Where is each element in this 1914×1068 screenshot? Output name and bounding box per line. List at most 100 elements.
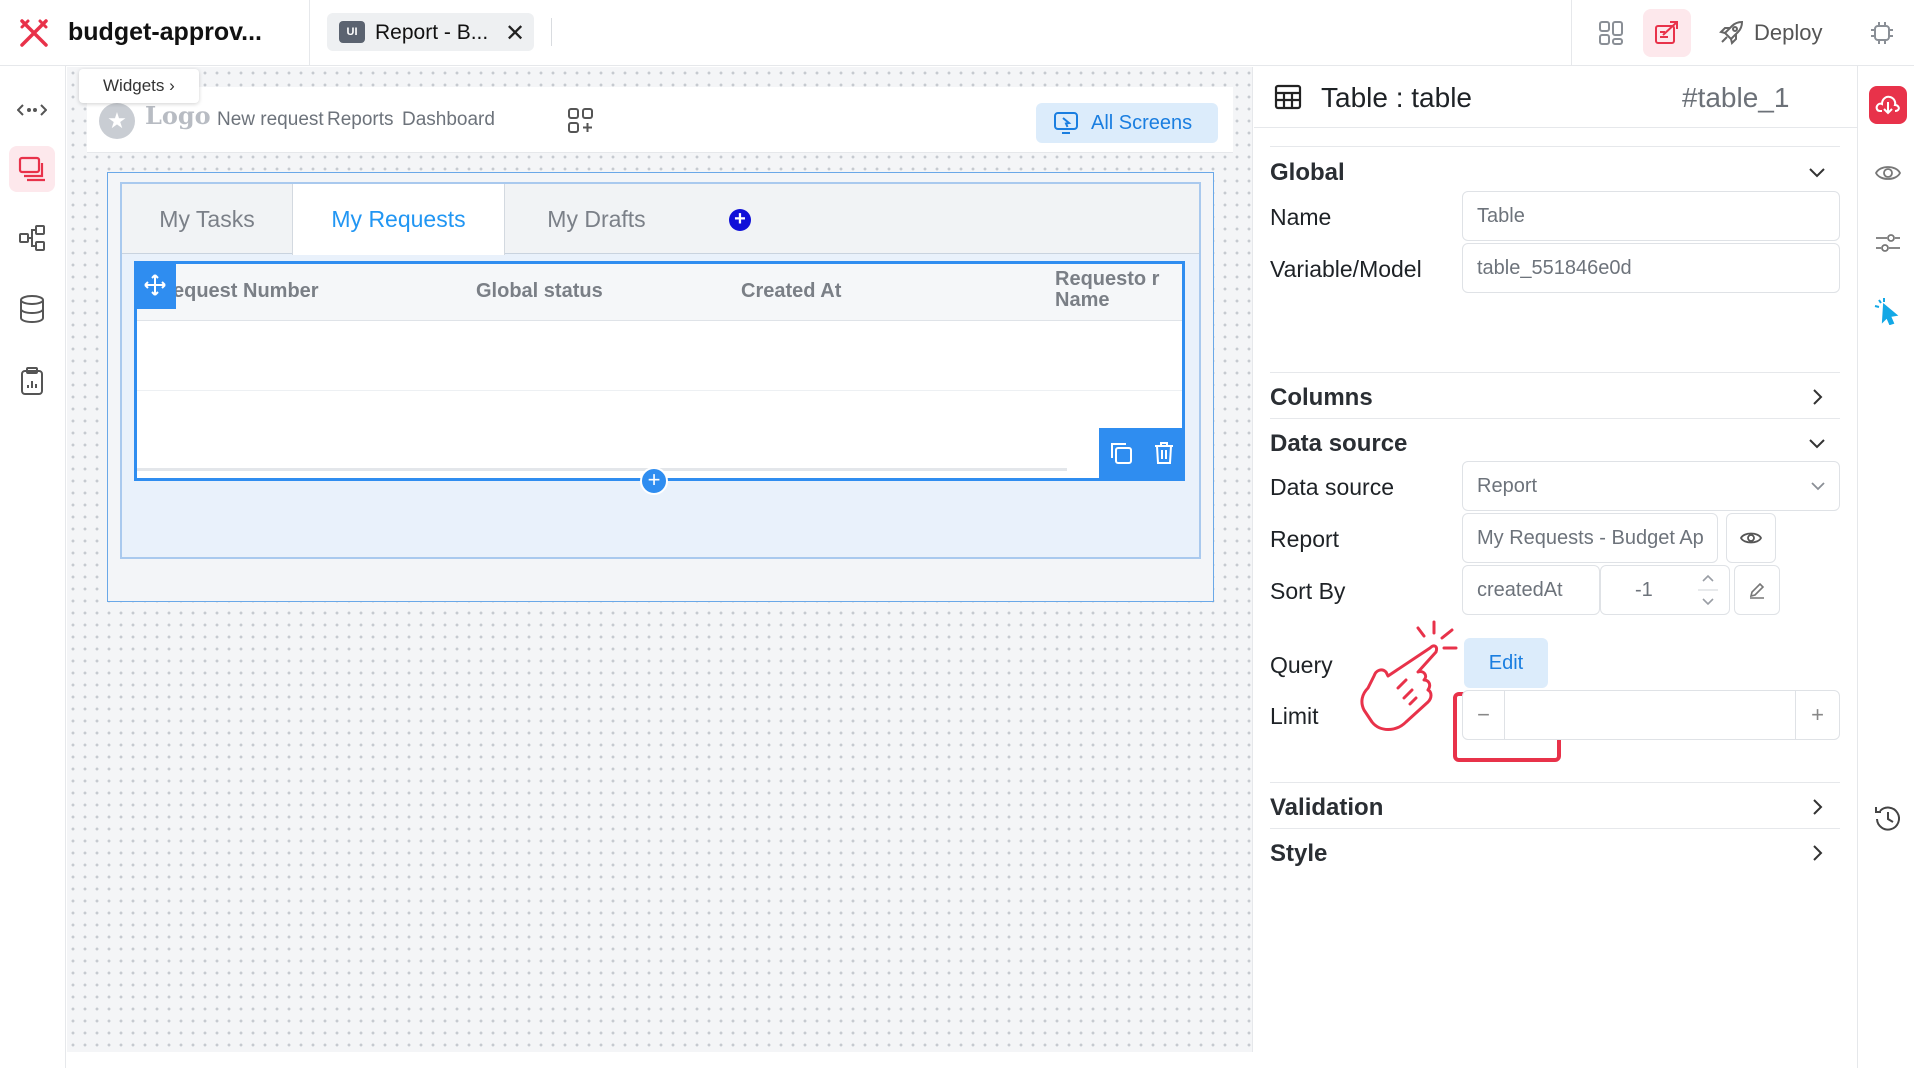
add-widget-below-icon[interactable]: + xyxy=(640,467,668,495)
nav-link-dashboard[interactable]: Dashboard xyxy=(402,109,495,131)
properties-button[interactable] xyxy=(1869,224,1907,262)
chevron-down-icon[interactable] xyxy=(1806,162,1828,184)
divider xyxy=(551,18,552,46)
move-handle-icon[interactable] xyxy=(134,261,176,309)
section-data-source[interactable]: Data source xyxy=(1270,430,1407,458)
brand-logo-icon[interactable] xyxy=(18,17,50,49)
history-button[interactable] xyxy=(1869,800,1907,838)
app-navbar: ★ Logo New request Reports Dashboard All… xyxy=(87,87,1233,153)
workflow-icon xyxy=(19,225,45,251)
eye-icon xyxy=(1740,532,1762,544)
tab-my-tasks[interactable]: My Tasks xyxy=(122,184,292,254)
close-tab-icon[interactable]: ✕ xyxy=(503,19,527,48)
nav-link-reports[interactable]: Reports xyxy=(327,109,394,131)
screen-cursor-icon xyxy=(1054,112,1078,134)
right-icon-rail xyxy=(1859,66,1914,1068)
reports-button[interactable] xyxy=(9,358,55,404)
table-widget[interactable]: equest Number Global status Created At R… xyxy=(134,261,1185,481)
layout-grid-icon xyxy=(1599,21,1623,45)
widget-id[interactable]: #table_1 xyxy=(1682,82,1789,114)
database-icon xyxy=(20,295,44,323)
sort-by-field-input[interactable]: createdAt xyxy=(1462,565,1600,615)
sort-by-label: Sort By xyxy=(1270,578,1346,604)
table-header-row: equest Number Global status Created At R… xyxy=(137,264,1182,321)
divider xyxy=(1270,418,1840,419)
screens-button[interactable] xyxy=(9,146,55,192)
app-title[interactable]: budget-approv... xyxy=(68,18,262,47)
limit-increment-button[interactable]: + xyxy=(1795,691,1839,739)
column-request-number[interactable]: equest Number xyxy=(173,280,319,303)
column-global-status[interactable]: Global status xyxy=(476,280,603,303)
layout-grid-button[interactable] xyxy=(1587,9,1635,57)
deploy-button[interactable]: Deploy xyxy=(1718,14,1822,52)
add-grid-icon[interactable] xyxy=(567,107,595,135)
table-icon xyxy=(1274,84,1302,110)
ui-file-icon: UI xyxy=(339,21,365,43)
nav-link-new-request[interactable]: New request xyxy=(217,109,324,131)
panel-header: Table : table #table_1 xyxy=(1254,66,1858,128)
api-button[interactable] xyxy=(9,87,55,133)
top-bar: budget-approv... UI Report - B... ✕ Depl… xyxy=(0,0,1914,66)
section-columns[interactable]: Columns xyxy=(1270,384,1373,412)
limit-decrement-button[interactable]: − xyxy=(1463,691,1505,739)
workflow-button[interactable] xyxy=(9,215,55,261)
eye-icon xyxy=(1875,166,1901,180)
all-screens-button[interactable]: All Screens xyxy=(1036,103,1218,143)
edit-sort-button[interactable] xyxy=(1734,565,1780,615)
editor-tab-report[interactable]: UI Report - B... ✕ xyxy=(327,13,534,51)
pencil-icon xyxy=(1749,582,1765,599)
left-icon-rail xyxy=(0,66,66,1068)
publish-preview-button[interactable] xyxy=(1643,9,1691,57)
save-cloud-button[interactable] xyxy=(1869,86,1907,124)
data-source-label: Data source xyxy=(1270,474,1395,500)
section-style[interactable]: Style xyxy=(1270,840,1327,868)
name-input[interactable]: Table xyxy=(1462,191,1840,241)
tab-my-drafts[interactable]: My Drafts xyxy=(505,184,688,254)
tab-label: Report - B... xyxy=(375,21,489,44)
move-arrows-icon xyxy=(144,274,166,296)
stepper-arrows-icon[interactable] xyxy=(1698,569,1718,611)
horizontal-scrollbar[interactable] xyxy=(137,468,1067,471)
pointing-hand-icon xyxy=(1360,620,1458,731)
database-button[interactable] xyxy=(9,286,55,332)
settings-button[interactable] xyxy=(1858,9,1906,57)
sliders-icon xyxy=(1876,234,1900,252)
export-icon xyxy=(1655,21,1678,44)
all-screens-label: All Screens xyxy=(1091,112,1193,134)
chevron-right-icon[interactable] xyxy=(1806,796,1828,818)
click-cursor-icon xyxy=(1874,298,1899,325)
panel-title: Table : table xyxy=(1321,82,1472,113)
history-icon xyxy=(1875,806,1900,831)
chevron-right-icon[interactable] xyxy=(1806,386,1828,408)
chevron-right-icon[interactable] xyxy=(1806,842,1828,864)
preview-button[interactable] xyxy=(1869,154,1907,192)
variable-model-input[interactable]: table_551846e0d xyxy=(1462,243,1840,293)
widgets-breadcrumb[interactable]: Widgets › xyxy=(79,69,199,103)
section-global[interactable]: Global xyxy=(1270,159,1345,187)
query-label: Query xyxy=(1270,652,1333,678)
data-source-select[interactable]: Report xyxy=(1462,461,1840,511)
edit-query-button[interactable]: Edit xyxy=(1464,638,1548,688)
events-button[interactable] xyxy=(1869,292,1907,330)
limit-input[interactable] xyxy=(1505,691,1795,739)
name-label: Name xyxy=(1270,204,1332,230)
table-row-divider xyxy=(137,390,1182,391)
chevron-down-icon[interactable] xyxy=(1806,433,1828,455)
deploy-label: Deploy xyxy=(1754,20,1823,45)
limit-label: Limit xyxy=(1270,703,1319,729)
report-select[interactable]: My Requests - Budget Ap xyxy=(1462,513,1718,563)
limit-stepper: − + xyxy=(1462,690,1840,740)
chevron-down-icon xyxy=(1811,482,1825,491)
section-validation[interactable]: Validation xyxy=(1270,794,1383,822)
clipboard-report-icon xyxy=(21,367,43,395)
delete-icon[interactable] xyxy=(1153,441,1175,465)
add-tab-icon[interactable]: + xyxy=(729,209,751,231)
divider xyxy=(1270,372,1840,373)
preview-report-button[interactable] xyxy=(1726,513,1776,563)
column-requestor-name[interactable]: Requesto r Name xyxy=(1055,269,1165,311)
column-created-at[interactable]: Created At xyxy=(741,280,841,303)
star-logo-icon: ★ xyxy=(99,103,135,139)
duplicate-icon[interactable] xyxy=(1109,441,1133,465)
divider xyxy=(1270,146,1840,147)
tab-my-requests[interactable]: My Requests xyxy=(292,184,505,255)
